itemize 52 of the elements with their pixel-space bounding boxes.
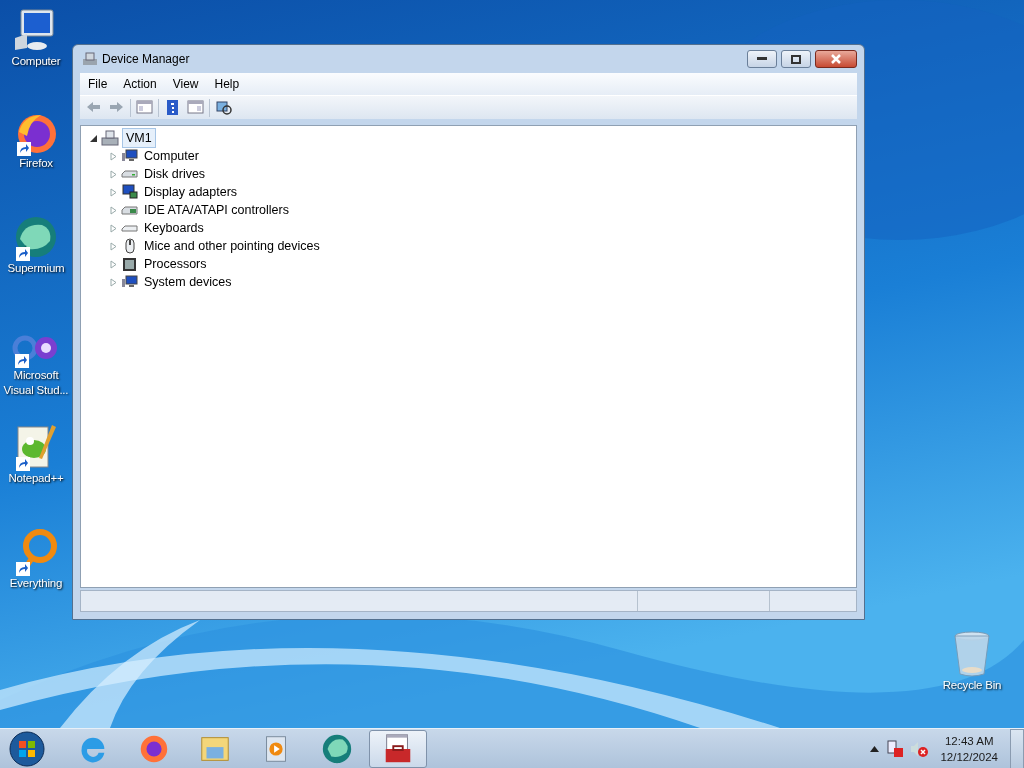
console-tree-button[interactable] bbox=[135, 98, 154, 117]
scan-hardware-button[interactable] bbox=[214, 98, 233, 117]
window-title: Device Manager bbox=[102, 51, 190, 68]
scan-hardware-icon bbox=[215, 99, 232, 116]
icon-label[interactable]: Computer bbox=[11, 54, 61, 69]
expand-arrow-icon[interactable] bbox=[109, 259, 118, 269]
tree-node[interactable]: Keyboards bbox=[141, 218, 207, 238]
tree-node[interactable]: System devices bbox=[141, 272, 235, 292]
properties-icon bbox=[187, 99, 204, 116]
clock-time[interactable]: 12:43 AM bbox=[940, 732, 998, 749]
menu-item[interactable]: View bbox=[164, 74, 207, 94]
close-button[interactable] bbox=[815, 50, 857, 68]
minimize-button[interactable] bbox=[747, 50, 777, 68]
menu-item[interactable]: File bbox=[80, 74, 116, 94]
icon-label[interactable]: Microsoft Visual Stud... bbox=[1, 368, 71, 398]
tree-node[interactable]: Display adapters bbox=[141, 182, 241, 202]
tree-node[interactable]: Disk drives bbox=[141, 164, 209, 184]
icon-label[interactable]: Supermium bbox=[7, 261, 65, 276]
display-icon bbox=[121, 184, 138, 200]
show-desktop-button[interactable] bbox=[1010, 728, 1024, 768]
expand-arrow-icon[interactable] bbox=[109, 241, 118, 251]
maximize-icon bbox=[791, 54, 801, 64]
clock-date[interactable]: 12/12/2024 bbox=[940, 748, 998, 765]
close-icon bbox=[831, 54, 841, 64]
network-icon[interactable] bbox=[886, 739, 905, 758]
menu-item[interactable]: Action bbox=[115, 74, 165, 94]
tree-node[interactable]: Processors bbox=[141, 254, 210, 274]
monitor-icon bbox=[121, 148, 138, 164]
tree-node[interactable]: VM1 bbox=[122, 127, 156, 149]
expand-arrow-icon[interactable] bbox=[109, 187, 118, 197]
tree-node[interactable]: IDE ATA/ATAPI controllers bbox=[141, 200, 292, 220]
computer-icon bbox=[101, 130, 119, 146]
expand-arrow-icon[interactable] bbox=[109, 223, 118, 233]
expand-arrow-icon[interactable] bbox=[109, 205, 118, 215]
icon-label[interactable]: Notepad++ bbox=[8, 471, 64, 486]
tree-node[interactable]: Mice and other pointing devices bbox=[141, 236, 323, 256]
console-tree-icon bbox=[136, 99, 153, 116]
device-manager-icon bbox=[82, 51, 98, 67]
expand-arrow-icon[interactable] bbox=[109, 169, 118, 179]
tree-node[interactable]: Computer bbox=[141, 146, 202, 166]
minimize-icon bbox=[757, 57, 767, 61]
help-icon bbox=[164, 99, 181, 116]
menu-item[interactable]: Help bbox=[206, 74, 248, 94]
expand-arrow-icon[interactable] bbox=[109, 277, 118, 287]
expand-arrow-icon[interactable] bbox=[109, 151, 118, 161]
collapse-arrow-icon[interactable] bbox=[89, 133, 98, 143]
cpu-icon bbox=[121, 256, 138, 272]
taskbar-button[interactable] bbox=[369, 729, 427, 768]
maximize-button[interactable] bbox=[781, 50, 811, 68]
show-hidden-icons-button[interactable] bbox=[869, 744, 881, 753]
monitor-icon bbox=[121, 274, 138, 290]
icon-label[interactable]: Firefox bbox=[19, 156, 53, 171]
